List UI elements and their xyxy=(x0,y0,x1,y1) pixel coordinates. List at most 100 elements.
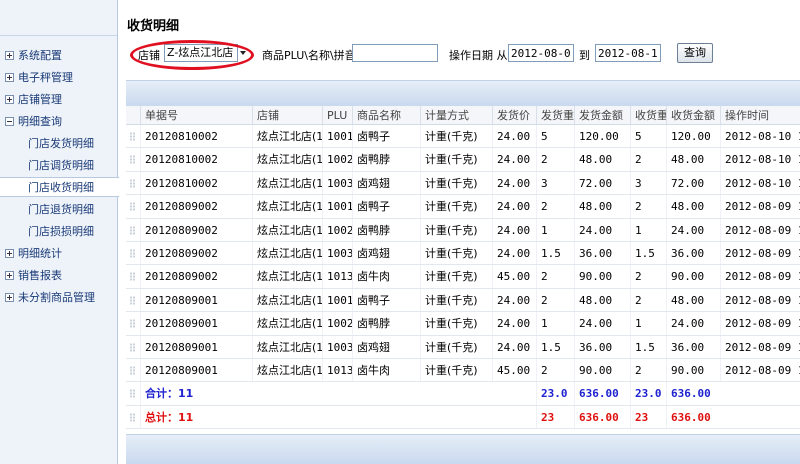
cell-doc-no: 20120809001 xyxy=(140,335,252,358)
column-header-op-time: 操作时间 xyxy=(720,106,800,124)
subtotal-recv-weight: 23.0 xyxy=(630,382,666,405)
cell-send-weight: 2 xyxy=(536,195,574,218)
cell-send-weight: 1 xyxy=(536,218,574,241)
table-row: 20120809002炫点江北店(1001)1013卤牛肉计重(千克)45.00… xyxy=(126,265,800,289)
cell-product-name: 卤鸡翅 xyxy=(352,335,420,358)
total-row: 总计：11 23 636.00 23 636.00 xyxy=(126,405,800,430)
expand-icon[interactable] xyxy=(5,95,14,104)
sidebar-item-label: 明细统计 xyxy=(18,247,62,260)
sidebar-subitem[interactable]: 门店收货明细 xyxy=(0,177,119,197)
total-send-weight: 23 xyxy=(536,405,574,429)
table-row: 20120809002炫点江北店(1001)1001卤鸭子计重(千克)24.00… xyxy=(126,195,800,219)
cell-plu: 1013 xyxy=(322,265,352,288)
cell-unit: 计重(千克) xyxy=(420,148,492,171)
cell-send-price: 45.00 xyxy=(492,265,536,288)
expand-icon[interactable] xyxy=(5,249,14,258)
cell-recv-weight: 2 xyxy=(630,195,666,218)
cell-send-price: 24.00 xyxy=(492,195,536,218)
sidebar-item[interactable]: 店铺管理 xyxy=(0,90,117,110)
sidebar-item[interactable]: 明细统计 xyxy=(0,244,117,264)
row-grip-icon[interactable] xyxy=(126,125,140,147)
sidebar-subitem[interactable]: 门店发货明细 xyxy=(0,134,117,154)
cell-plu: 1002 xyxy=(322,148,352,171)
sidebar: 系统配置电子秤管理店铺管理明细查询 门店发货明细 门店调货明细门店收货明细门店退货明… xyxy=(0,0,119,464)
row-grip-icon[interactable] xyxy=(126,148,140,170)
row-grip-icon[interactable] xyxy=(126,382,140,404)
row-grip-icon[interactable] xyxy=(126,172,140,194)
cell-store: 炫点江北店(1001) xyxy=(252,195,322,218)
store-label: 店铺 xyxy=(138,49,160,62)
sidebar-item[interactable]: 电子秤管理 xyxy=(0,68,117,88)
column-header-unit: 计量方式 xyxy=(420,106,492,124)
subtotal-recv-amount: 636.00 xyxy=(666,382,720,405)
row-grip-icon[interactable] xyxy=(126,242,140,264)
sidebar-subitem[interactable]: 门店损损明细 xyxy=(0,222,117,242)
table-row: 20120810002炫点江北店(1001)1001卤鸭子计重(千克)24.00… xyxy=(126,125,800,149)
cell-product-name: 卤牛肉 xyxy=(352,265,420,288)
subtotal-row: 合计：11 23.0 636.00 23.0 636.00 xyxy=(126,382,800,406)
cell-recv-weight: 2 xyxy=(630,265,666,288)
row-grip-icon[interactable] xyxy=(126,195,140,217)
table-row: 20120809001炫点江北店(1001)1002卤鸭脖计重(千克)24.00… xyxy=(126,312,800,336)
sidebar-item-label: 电子秤管理 xyxy=(18,71,73,84)
row-grip-icon[interactable] xyxy=(126,359,140,381)
cell-recv-amount: 48.00 xyxy=(666,288,720,312)
row-grip-icon[interactable] xyxy=(126,406,140,428)
cell-unit: 计重(千克) xyxy=(420,195,492,218)
chevron-down-icon[interactable] xyxy=(237,44,249,62)
sidebar-subitem[interactable]: 门店退货明细 xyxy=(0,200,117,220)
date-to-input[interactable] xyxy=(595,44,661,62)
cell-recv-weight: 1 xyxy=(630,312,666,335)
cell-store: 炫点江北店(1001) xyxy=(252,148,322,171)
cell-op-time: 2012-08-10 10:51 xyxy=(720,171,800,195)
sidebar-subitem[interactable]: 门店调货明细 xyxy=(0,156,117,176)
cell-doc-no: 20120809001 xyxy=(140,288,252,312)
expand-icon[interactable] xyxy=(5,271,14,280)
sidebar-item[interactable]: 明细查询 xyxy=(0,112,117,132)
sidebar-item[interactable]: 未分割商品管理 xyxy=(0,288,117,308)
row-grip-icon[interactable] xyxy=(126,336,140,358)
cell-recv-weight: 1.5 xyxy=(630,335,666,358)
sidebar-item[interactable]: 销售报表 xyxy=(0,266,117,286)
cell-product-name: 卤鸭脖 xyxy=(352,312,420,335)
row-grip-icon[interactable] xyxy=(126,219,140,241)
grid-pager xyxy=(126,434,800,464)
cell-send-amount: 36.00 xyxy=(574,241,630,265)
row-grip-icon[interactable] xyxy=(126,312,140,334)
cell-product-name: 卤牛肉 xyxy=(352,358,420,382)
sidebar-item-label: 销售报表 xyxy=(18,269,62,282)
cell-plu: 1002 xyxy=(322,218,352,241)
date-to-label: 到 xyxy=(579,49,590,62)
store-select[interactable]: Z-炫点江北店 xyxy=(164,44,238,62)
column-header-recv-amount: 收货金额 xyxy=(666,106,720,124)
collapse-icon[interactable] xyxy=(5,117,14,126)
cell-send-price: 45.00 xyxy=(492,358,536,382)
cell-store: 炫点江北店(1001) xyxy=(252,312,322,335)
row-grip-icon[interactable] xyxy=(126,265,140,287)
query-button[interactable]: 查询 xyxy=(677,43,713,63)
cell-doc-no: 20120809002 xyxy=(140,265,252,288)
sidebar-item-label: 门店收货明细 xyxy=(28,181,94,194)
sidebar-item[interactable]: 系统配置 xyxy=(0,46,117,66)
plu-search-input[interactable] xyxy=(352,44,438,62)
cell-send-weight: 1.5 xyxy=(536,241,574,265)
plu-label: 商品PLU\名称\拼音 xyxy=(262,49,356,62)
row-grip-icon[interactable] xyxy=(126,289,140,311)
column-header-send-price: 发货价 xyxy=(492,106,536,124)
cell-send-amount: 120.00 xyxy=(574,125,630,148)
cell-recv-amount: 36.00 xyxy=(666,335,720,358)
expand-icon[interactable] xyxy=(5,73,14,82)
cell-send-weight: 2 xyxy=(536,148,574,171)
cell-send-price: 24.00 xyxy=(492,312,536,335)
sidebar-item-label: 店铺管理 xyxy=(18,93,62,106)
cell-send-amount: 72.00 xyxy=(574,171,630,195)
cell-doc-no: 20120809002 xyxy=(140,195,252,218)
cell-doc-no: 20120810002 xyxy=(140,125,252,148)
column-header-doc-no: 单据号 xyxy=(140,106,252,124)
cell-unit: 计重(千克) xyxy=(420,265,492,288)
expand-icon[interactable] xyxy=(5,293,14,302)
cell-send-weight: 2 xyxy=(536,288,574,312)
date-from-input[interactable] xyxy=(508,44,574,62)
column-header-send-weight: 发货重 xyxy=(536,106,574,124)
expand-icon[interactable] xyxy=(5,51,14,60)
